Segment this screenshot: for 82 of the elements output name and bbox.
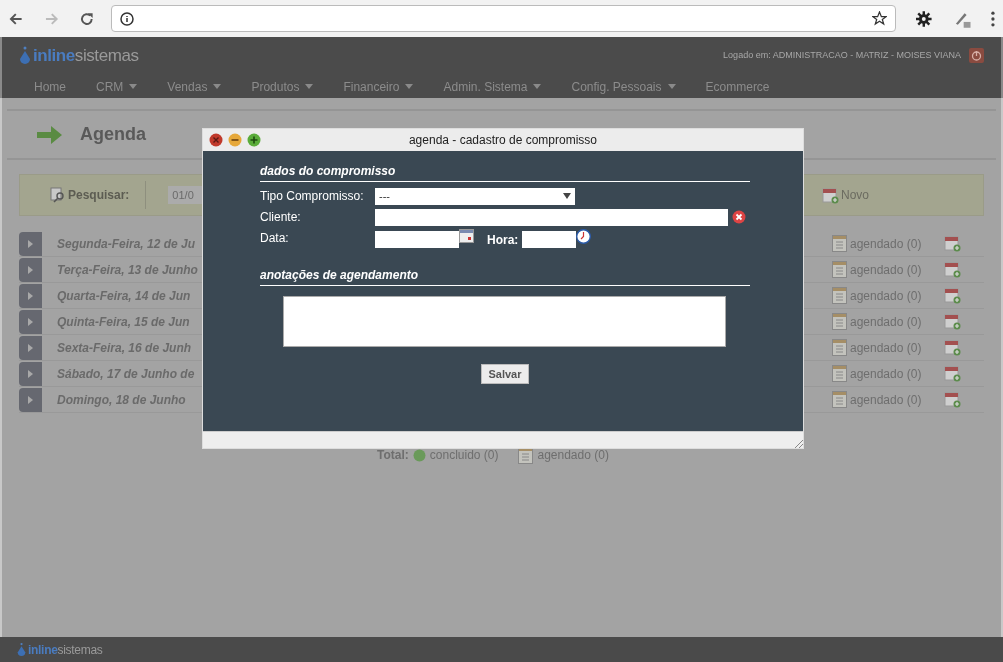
play-icon xyxy=(28,369,33,378)
nav-link[interactable]: Admin. Sistema xyxy=(443,77,542,96)
nav-link[interactable]: CRM xyxy=(96,77,138,96)
calendar-sheet-icon xyxy=(832,313,847,330)
minimize-icon[interactable] xyxy=(228,133,242,147)
expand-toggle[interactable] xyxy=(19,335,42,360)
nav-link[interactable]: Produtos xyxy=(251,77,314,96)
search-doc-icon xyxy=(50,187,66,203)
day-label[interactable]: Quarta-Feira, 14 de Jun xyxy=(57,286,191,305)
nav-link[interactable]: Financeiro xyxy=(343,77,414,96)
calendar-add-icon[interactable] xyxy=(822,186,839,204)
section-heading: dados do compromisso xyxy=(260,162,750,182)
play-icon xyxy=(28,265,33,274)
type-select[interactable]: --- xyxy=(375,187,575,205)
calendar-sheet-icon xyxy=(832,287,847,304)
day-label[interactable]: Quinta-Feira, 15 de Jun xyxy=(57,312,190,331)
play-icon xyxy=(28,239,33,248)
clock-icon[interactable] xyxy=(576,229,592,244)
nav-link[interactable]: Home xyxy=(34,77,66,96)
calendar-sheet-icon xyxy=(832,365,847,382)
calendar-sheet-icon xyxy=(832,391,847,408)
expand-toggle[interactable] xyxy=(19,387,42,412)
date-input[interactable] xyxy=(375,231,459,248)
new-button[interactable]: Novo xyxy=(822,186,869,204)
field-label: Data: xyxy=(260,230,290,247)
day-label[interactable]: Domingo, 18 de Junho xyxy=(57,390,186,409)
play-icon xyxy=(28,317,33,326)
droplet-icon xyxy=(19,45,31,66)
expand-toggle[interactable] xyxy=(19,231,42,256)
field-label: Hora: xyxy=(487,232,519,249)
play-icon xyxy=(28,343,33,352)
expand-toggle[interactable] xyxy=(19,361,42,386)
arrow-icon xyxy=(37,124,63,145)
add-event-icon[interactable] xyxy=(944,287,961,304)
add-event-icon[interactable] xyxy=(944,313,961,330)
play-icon xyxy=(28,291,33,300)
search-label: Pesquisar: xyxy=(68,187,130,204)
dropdown-caret-icon xyxy=(563,193,571,199)
expand-toggle[interactable] xyxy=(19,309,42,334)
dialog-title: agenda - cadastro de compromisso xyxy=(408,132,598,149)
day-label[interactable]: Terça-Feira, 13 de Junho xyxy=(57,260,198,279)
day-label[interactable]: Sexta-Feira, 16 de Junh xyxy=(57,338,192,357)
field-label: Cliente: xyxy=(260,209,302,226)
nav-link[interactable]: Ecommerce xyxy=(705,77,770,96)
client-field[interactable] xyxy=(374,208,729,226)
menu-icon[interactable] xyxy=(991,10,995,27)
play-icon xyxy=(28,395,33,404)
reload-icon[interactable] xyxy=(79,10,95,27)
info-icon[interactable] xyxy=(119,11,134,26)
logo-text: inlinesistemas xyxy=(33,45,139,67)
day-label[interactable]: Sábado, 17 de Junho de xyxy=(57,364,195,383)
logged-in-text: Logado em: ADMINISTRACAO - MATRIZ - MOISES VIANA xyxy=(723,49,961,62)
gear-icon[interactable] xyxy=(916,10,932,27)
add-event-icon[interactable] xyxy=(944,391,961,408)
maximize-icon[interactable] xyxy=(247,133,261,147)
resize-grip-icon[interactable] xyxy=(795,440,803,448)
calendar-sheet-icon xyxy=(832,339,847,356)
save-button[interactable]: Salvar xyxy=(481,364,529,384)
logo-text: inlinesistemas xyxy=(28,641,103,659)
time-input[interactable] xyxy=(522,231,577,248)
calendar-icon[interactable] xyxy=(459,229,474,243)
star-icon[interactable] xyxy=(872,11,888,26)
expand-toggle[interactable] xyxy=(19,283,42,308)
check-circle-icon xyxy=(412,448,426,462)
add-event-icon[interactable] xyxy=(944,339,961,356)
power-icon[interactable] xyxy=(969,48,984,64)
close-icon[interactable] xyxy=(209,133,223,147)
nav-link[interactable]: Vendas xyxy=(167,77,222,96)
calendar-sheet-icon xyxy=(832,261,847,278)
day-label[interactable]: Segunda-Feira, 12 de Ju xyxy=(57,234,196,253)
add-event-icon[interactable] xyxy=(944,365,961,382)
add-event-icon[interactable] xyxy=(944,235,961,252)
add-event-icon[interactable] xyxy=(944,261,961,278)
clear-icon[interactable] xyxy=(732,210,746,224)
droplet-icon xyxy=(17,641,26,658)
expand-toggle[interactable] xyxy=(19,257,42,282)
nav-link[interactable]: Config. Pessoais xyxy=(571,77,676,96)
calendar-sheet-icon xyxy=(832,235,847,252)
field-label: Tipo Compromisso: xyxy=(260,188,365,205)
page-title: Agenda xyxy=(80,123,146,146)
notes-textarea[interactable] xyxy=(283,296,726,347)
section-heading: anotações de agendamento xyxy=(260,266,750,286)
